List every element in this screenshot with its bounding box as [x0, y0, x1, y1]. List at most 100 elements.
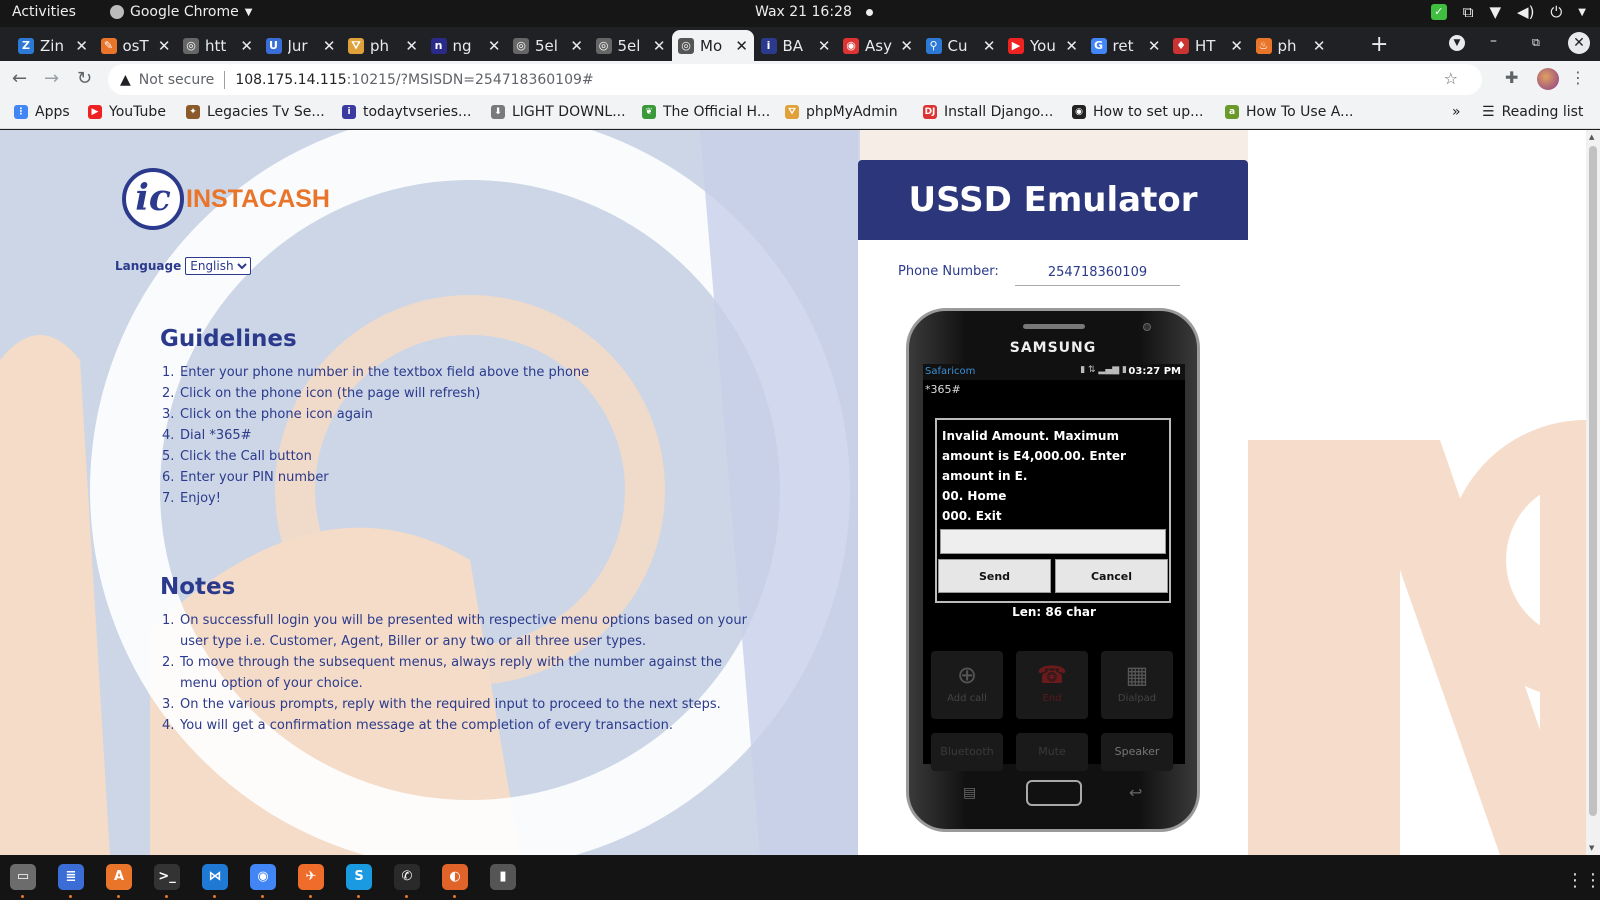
bookmark-item[interactable]: ⬇ LIGHT DOWNL...	[491, 104, 626, 120]
dialpad-button[interactable]: ▦ Dialpad	[1101, 651, 1173, 719]
close-tab-icon[interactable]: ✕	[653, 37, 666, 55]
firefox-icon[interactable]: ◐	[442, 864, 468, 890]
home-key[interactable]	[1026, 780, 1082, 806]
close-tab-icon[interactable]: ✕	[405, 37, 418, 55]
security-label[interactable]: Not secure	[139, 72, 215, 88]
warning-icon[interactable]: ▲	[120, 72, 131, 88]
menu-key-icon[interactable]: ▤	[963, 785, 976, 801]
skype-icon[interactable]: S	[346, 864, 372, 890]
add-call-button[interactable]: ⊕ Add call	[931, 651, 1003, 719]
language-dropdown[interactable]: English	[185, 257, 252, 275]
app-menu[interactable]: Google Chrome ▼	[110, 4, 252, 20]
scroll-down-icon[interactable]: ▼	[1589, 844, 1594, 852]
extensions-puzzle-icon[interactable]: ✚	[1505, 68, 1518, 87]
volume-icon[interactable]: ◀)	[1517, 3, 1534, 21]
back-key-icon[interactable]: ↩	[1129, 783, 1142, 802]
bookmark-item[interactable]: ✦ Legacies Tv Se...	[186, 104, 325, 120]
show-apps-grid-icon[interactable]: ⋮⋮⋮	[1566, 870, 1600, 891]
mute-button[interactable]: Mute	[1016, 733, 1088, 771]
dialpad-label: Dialpad	[1117, 693, 1157, 704]
system-tray[interactable]: ✓ ⧉ ▼ ◀) ⏻ ▼	[1430, 3, 1586, 21]
browser-tab[interactable]: ◉ Asy ✕	[837, 30, 919, 61]
close-tab-icon[interactable]: ✕	[818, 37, 831, 55]
forward-arrow-icon[interactable]: →	[44, 68, 59, 89]
vscode-icon[interactable]: ⋈	[202, 864, 228, 890]
bookmark-star-icon[interactable]: ☆	[1444, 69, 1458, 88]
bookmark-item[interactable]: ⋮ Apps	[14, 104, 70, 120]
chrome-icon[interactable]: ◉	[250, 864, 276, 890]
activities-button[interactable]: Activities	[12, 4, 76, 20]
wifi-icon[interactable]: ▼	[1489, 3, 1501, 21]
bookmark-item[interactable]: ❦ The Official H...	[642, 104, 770, 120]
browser-tab[interactable]: ✎ osT ✕	[95, 30, 177, 61]
back-arrow-icon[interactable]: ←	[12, 68, 27, 89]
bookmark-item[interactable]: a How To Use A...	[1225, 104, 1353, 120]
bookmarks-overflow-button[interactable]: »	[1452, 104, 1461, 120]
profile-avatar[interactable]	[1537, 68, 1559, 90]
browser-tab[interactable]: ◎ 5el ✕	[590, 30, 672, 61]
restore-icon[interactable]: ⧉	[1532, 36, 1540, 50]
software-icon[interactable]: A	[106, 864, 132, 890]
clock[interactable]: Wax 21 16:28	[755, 4, 873, 20]
bluetooth-button[interactable]: Bluetooth	[931, 733, 1003, 771]
reading-list-button[interactable]: ☰ Reading list	[1482, 104, 1583, 120]
browser-tab[interactable]: ♨ ph ✕	[1250, 30, 1332, 61]
new-tab-button[interactable]: +	[1370, 32, 1388, 57]
close-window-icon[interactable]: ✕	[1568, 32, 1590, 54]
more-menu-icon[interactable]: ⋮	[1570, 68, 1586, 87]
browser-tab[interactable]: n ng ✕	[425, 30, 507, 61]
bookmark-item[interactable]: DJ Install Django...	[923, 104, 1053, 120]
power-icon[interactable]: ⏻	[1550, 3, 1562, 21]
browser-tab[interactable]: ◎ 5el ✕	[507, 30, 589, 61]
browser-tab[interactable]: i BA ✕	[755, 30, 837, 61]
close-tab-icon[interactable]: ✕	[75, 37, 88, 55]
browser-tab[interactable]: ⚲ Cu ✕	[920, 30, 1002, 61]
page-scrollbar[interactable]: ▲ ▼	[1586, 130, 1600, 855]
close-tab-icon[interactable]: ✕	[1065, 37, 1078, 55]
close-tab-icon[interactable]: ✕	[900, 37, 913, 55]
bookmark-item[interactable]: i todaytvseries...	[342, 104, 471, 120]
shield-check-icon[interactable]: ✓	[1430, 4, 1447, 20]
close-tab-icon[interactable]: ✕	[323, 37, 336, 55]
postman-icon[interactable]: ✈	[298, 864, 324, 890]
scroll-thumb[interactable]	[1589, 146, 1597, 816]
reload-icon[interactable]: ↻	[77, 68, 92, 89]
usb-creator-icon[interactable]: ▮	[490, 864, 516, 890]
browser-tab[interactable]: Z Zin ✕	[12, 30, 94, 61]
bookmark-item[interactable]: ⛛ phpMyAdmin	[785, 104, 898, 120]
tab-search-icon[interactable]: ▼	[1449, 35, 1465, 51]
browser-tab[interactable]: Gret ✕	[1085, 30, 1167, 61]
close-tab-icon[interactable]: ✕	[1148, 37, 1161, 55]
whatsapp-icon[interactable]: ✆	[394, 864, 420, 890]
close-tab-icon[interactable]: ✕	[1230, 37, 1243, 55]
scroll-up-icon[interactable]: ▲	[1589, 133, 1594, 141]
browser-tab[interactable]: ♦ HT ✕	[1167, 30, 1249, 61]
chevron-down-icon[interactable]: ▼	[1578, 7, 1586, 18]
browser-tab[interactable]: ⛛ ph ✕	[342, 30, 424, 61]
end-call-button[interactable]: ☎ End	[1016, 651, 1088, 719]
address-bar[interactable]: ▲ Not secure 108.175.14.115:10215/?MSISD…	[108, 64, 1482, 95]
browser-tab[interactable]: U Jur ✕	[260, 30, 342, 61]
close-tab-icon[interactable]: ✕	[570, 37, 583, 55]
browser-tab[interactable]: ◎ htt ✕	[177, 30, 259, 61]
close-tab-icon[interactable]: ✕	[1313, 37, 1326, 55]
ussd-reply-input[interactable]	[940, 529, 1166, 554]
phone-number-input[interactable]	[1015, 260, 1180, 286]
bookmark-item[interactable]: ◉ How to set up...	[1072, 104, 1203, 120]
files-icon[interactable]: ▭	[10, 864, 36, 890]
close-tab-icon[interactable]: ✕	[240, 37, 253, 55]
cancel-button[interactable]: Cancel	[1055, 559, 1168, 593]
window-switch-icon[interactable]: ⧉	[1463, 3, 1474, 21]
text-editor-icon[interactable]: ≣	[58, 864, 84, 890]
send-button[interactable]: Send	[938, 559, 1051, 593]
terminal-icon[interactable]: >_	[154, 864, 180, 890]
close-tab-icon[interactable]: ✕	[158, 37, 171, 55]
close-tab-icon[interactable]: ✕	[735, 37, 748, 55]
minimize-icon[interactable]: –	[1490, 33, 1497, 49]
speaker-button[interactable]: Speaker	[1101, 733, 1173, 771]
close-tab-icon[interactable]: ✕	[983, 37, 996, 55]
browser-tab[interactable]: ◎ Mo ✕	[672, 30, 754, 61]
close-tab-icon[interactable]: ✕	[488, 37, 501, 55]
browser-tab[interactable]: ▶ You ✕	[1002, 30, 1084, 61]
bookmark-item[interactable]: ▶ YouTube	[88, 104, 166, 120]
